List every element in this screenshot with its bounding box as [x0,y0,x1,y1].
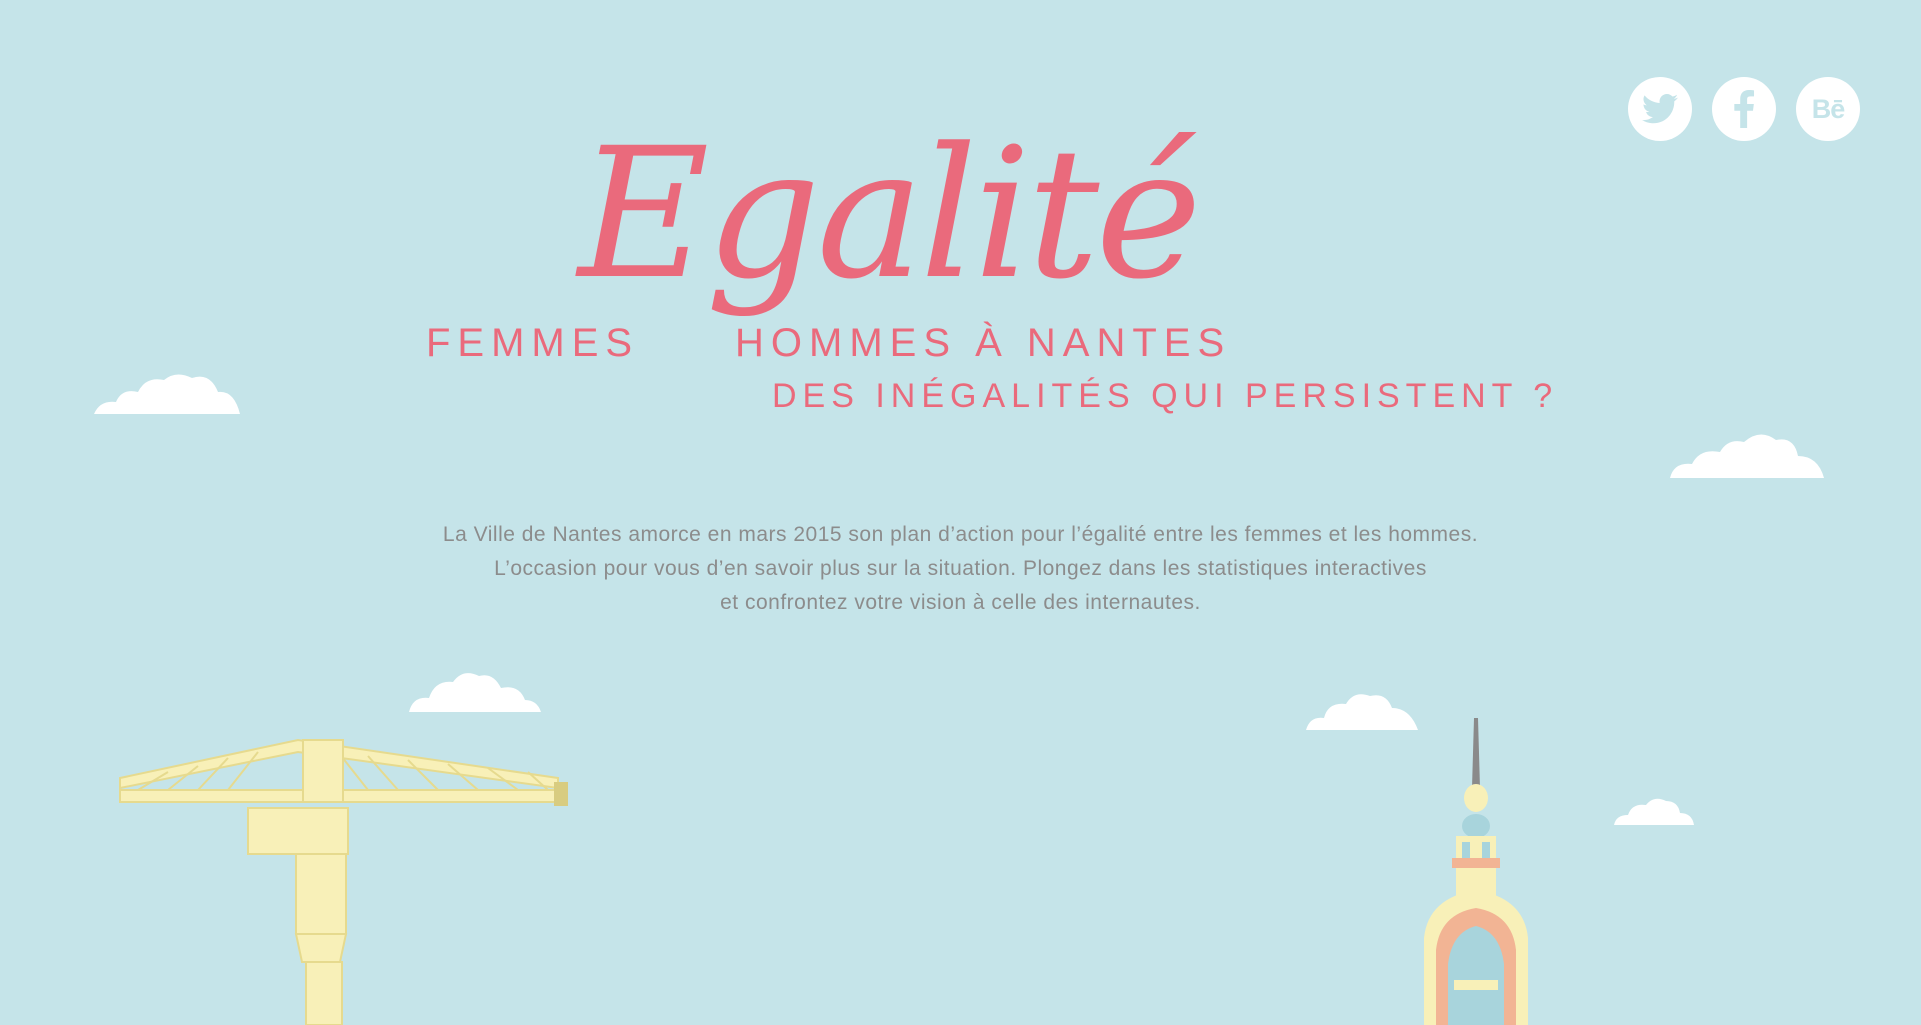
headline-hommes-nantes: HOMMES À NANTES [735,321,1232,365]
social-links: Bē [1628,77,1860,141]
intro-text: La Ville de Nantes amorce en mars 2015 s… [0,518,1921,620]
crane-illustration [119,738,568,1025]
title-script: Egalité [578,110,1202,319]
cloud-icon [94,374,240,414]
behance-icon: Bē [1811,93,1846,124]
intro-line-1: La Ville de Nantes amorce en mars 2015 s… [442,523,1479,546]
twitter-button[interactable] [1628,77,1692,141]
headline-femmes: FEMMES [426,321,640,365]
facebook-button[interactable] [1712,77,1776,141]
intro-line-2: L’occasion pour vous d’en savoir plus su… [494,557,1427,580]
cloud-icon [1306,694,1418,730]
cloud-icon [1670,434,1824,478]
intro-line-3: et confrontez votre vision à celle des i… [720,591,1201,614]
facebook-icon [1733,90,1755,128]
cloud-icon [1614,798,1694,825]
behance-button[interactable]: Bē [1796,77,1860,141]
cloud-icon [409,673,541,712]
headline-subtitle: DES INÉGALITÉS QUI PERSISTENT ? [772,377,1559,415]
dome-illustration [1424,718,1528,1025]
twitter-icon [1642,94,1678,124]
